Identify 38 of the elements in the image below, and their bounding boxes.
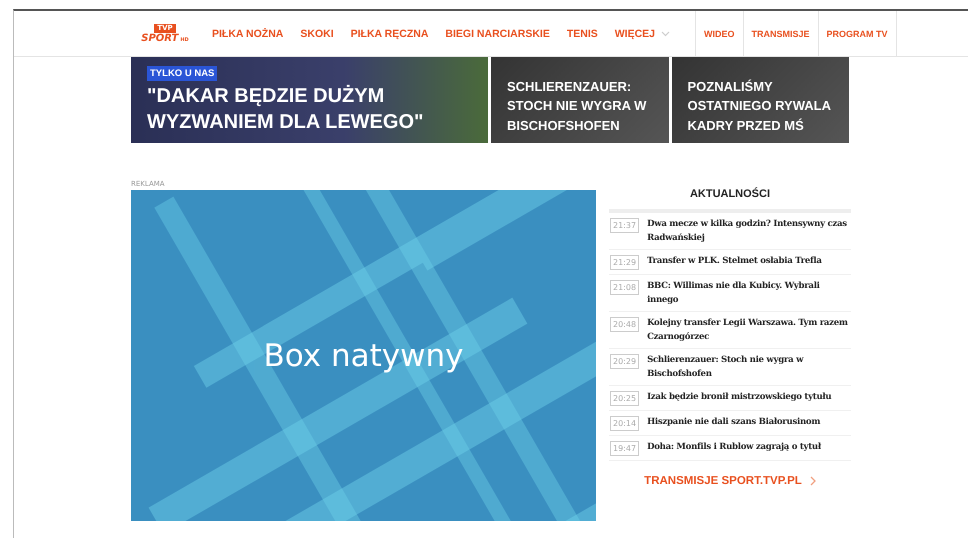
nav-link[interactable]: TRANSMISJE — [742, 11, 818, 56]
section-title: AKTUALNOŚCI — [609, 188, 851, 213]
news-time: 21:29 — [610, 255, 640, 270]
nav-link[interactable]: SKOKI — [300, 28, 334, 40]
news-link[interactable]: Izak będzie bronił mistrzowskiego tytułu — [647, 390, 832, 404]
news-time: 20:14 — [610, 416, 640, 431]
chevron-down-icon — [661, 30, 670, 36]
news-time: 20:48 — [610, 317, 640, 332]
headline[interactable]: POZNALIŚMY OSTATNIEGO RYWALA KADRY PRZED MŚ — [688, 76, 833, 135]
nav-link[interactable]: WIDEO — [695, 11, 743, 56]
headline[interactable]: "DAKAR BĘDZIE DUŻYM WYZWANIEM DLA LEWEGO" — [147, 83, 472, 135]
news-link[interactable]: BBC: Willimas nie dla Kubicy. Wybrali innego — [647, 279, 851, 307]
chevron-right-icon — [810, 476, 816, 486]
news-link[interactable]: Hiszpanie nie dali szans Białorusinom — [647, 415, 820, 429]
news-time: 20:25 — [610, 391, 640, 406]
nav-link[interactable]: WIĘCEJ — [614, 28, 670, 40]
nav-link[interactable]: TENIS — [566, 28, 598, 40]
nav-link[interactable]: BIEGI NARCIARSKIE — [445, 28, 550, 40]
news-time: 20:29 — [610, 354, 640, 369]
news-photo-card[interactable]: SCHLIERENZAUER: STOCH NIE WYGRA W BISCHOFSHOFEN — [491, 57, 668, 143]
more-link[interactable]: TRANSMISJE SPORT.TVP.PL — [644, 475, 816, 487]
news-time: 21:37 — [610, 218, 640, 233]
news-photo-card[interactable]: TYLKO U NAS "DAKAR BĘDZIE DUŻYM WYZWANIEM DLA LEWEGO" — [131, 57, 488, 143]
news-time: 19:47 — [610, 441, 640, 456]
news-link[interactable]: Schlierenzauer: Stoch nie wygra w Bischofshofen — [647, 353, 851, 381]
nav-link[interactable]: PROGRAM TV — [818, 11, 897, 56]
news-link[interactable]: Doha: Monfils i Rublow zagrają o tytuł — [647, 440, 821, 454]
headline[interactable]: SCHLIERENZAUER: STOCH NIE WYGRA W BISCHOFSHOFEN — [507, 76, 652, 135]
exclusive-badge: TYLKO U NAS — [147, 66, 218, 81]
news-link[interactable]: Kolejny transfer Legii Warszawa. Tym razem Czarnogórzec — [647, 316, 851, 344]
news-link[interactable]: Transfer w PLK. Stelmet osłabia Trefla — [647, 254, 822, 268]
nav-link[interactable]: PIŁKA RĘCZNA — [350, 28, 428, 40]
news-link[interactable]: Dwa mecze w kilka godzin? Intensywny czas Radwańskiej — [647, 217, 851, 245]
ad-text: Box natywny — [264, 338, 464, 374]
ad-banner[interactable]: Box natywny — [131, 190, 596, 521]
news-photo-card[interactable]: POZNALIŚMY OSTATNIEGO RYWALA KADRY PRZED MŚ — [672, 57, 849, 143]
nav-link[interactable]: PIŁKA NOŻNA — [212, 28, 284, 40]
news-time: 21:08 — [610, 280, 640, 295]
